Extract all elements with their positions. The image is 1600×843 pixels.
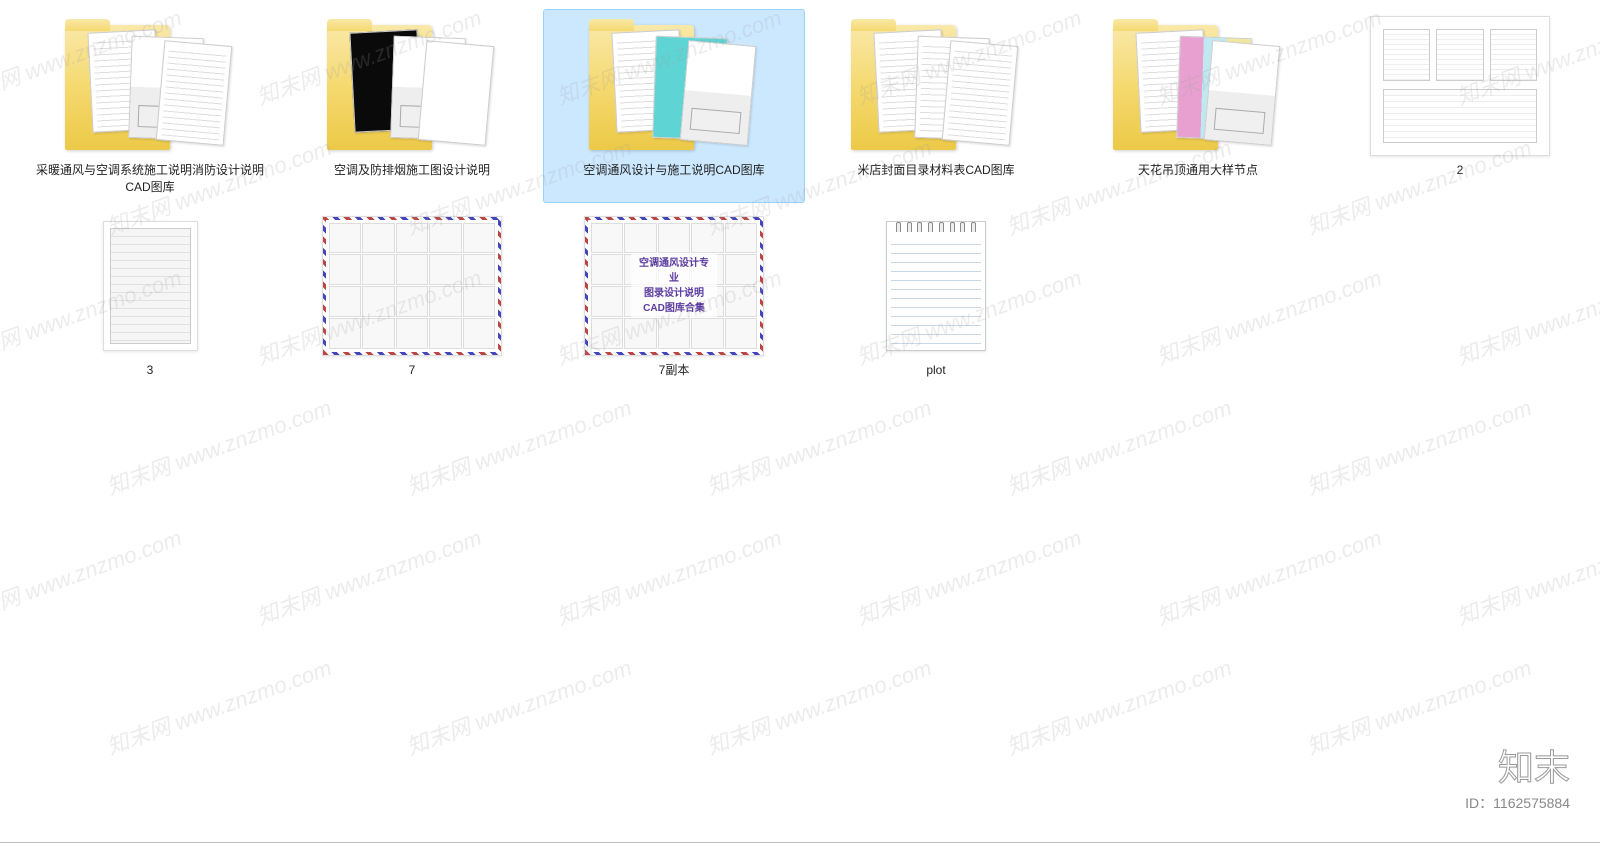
image-item-3[interactable]: 3 xyxy=(20,210,280,385)
image-label: 7副本 xyxy=(659,362,690,379)
folder-label: 天花吊顶通用大样节点 xyxy=(1138,162,1258,179)
folder-thumbnail xyxy=(584,16,764,156)
folder-thumbnail xyxy=(60,16,240,156)
image-item-7[interactable]: 7 xyxy=(282,210,542,385)
file-thumbnail xyxy=(846,216,1026,356)
image-item-7-copy[interactable]: 空调通风设计专业 图录设计说明CAD图库合集 7副本 xyxy=(544,210,804,385)
folder-label: 采暖通风与空调系统施工说明消防设计说明CAD图库 xyxy=(35,162,265,196)
folder-item-2[interactable]: 空调及防排烟施工图设计说明 xyxy=(282,10,542,202)
folder-label: 米店封面目录材料表CAD图库 xyxy=(857,162,1014,179)
file-item-plot[interactable]: plot xyxy=(806,210,1066,385)
image-label: 7 xyxy=(409,362,416,379)
folder-label: 空调及防排烟施工图设计说明 xyxy=(334,162,490,179)
logo-text: 知末 xyxy=(1465,739,1570,791)
file-label: plot xyxy=(926,362,945,379)
image-thumbnail: 空调通风设计专业 图录设计说明CAD图库合集 xyxy=(584,216,764,356)
folder-thumbnail xyxy=(322,16,502,156)
image-item-2[interactable]: 2 xyxy=(1330,10,1590,202)
folder-thumbnail xyxy=(1108,16,1288,156)
folder-item-5[interactable]: 天花吊顶通用大样节点 xyxy=(1068,10,1328,202)
image-label: 3 xyxy=(147,362,154,379)
folder-label: 空调通风设计与施工说明CAD图库 xyxy=(583,162,764,179)
folder-item-3[interactable]: 空调通风设计与施工说明CAD图库 xyxy=(544,10,804,202)
image-thumbnail xyxy=(1370,16,1550,156)
overlay-title: 空调通风设计专业 图录设计说明CAD图库合集 xyxy=(631,254,717,318)
file-grid: 采暖通风与空调系统施工说明消防设计说明CAD图库 空调及防排烟施工图设计说明 空… xyxy=(0,0,1600,394)
image-label: 2 xyxy=(1457,162,1464,179)
folder-item-1[interactable]: 采暖通风与空调系统施工说明消防设计说明CAD图库 xyxy=(20,10,280,202)
folder-thumbnail xyxy=(846,16,1026,156)
image-thumbnail xyxy=(322,216,502,356)
folder-item-4[interactable]: 米店封面目录材料表CAD图库 xyxy=(806,10,1066,202)
image-thumbnail xyxy=(60,216,240,356)
brand-logo: 知末 ID：1162575884 xyxy=(1465,739,1570,813)
logo-id: ID：1162575884 xyxy=(1465,793,1570,813)
